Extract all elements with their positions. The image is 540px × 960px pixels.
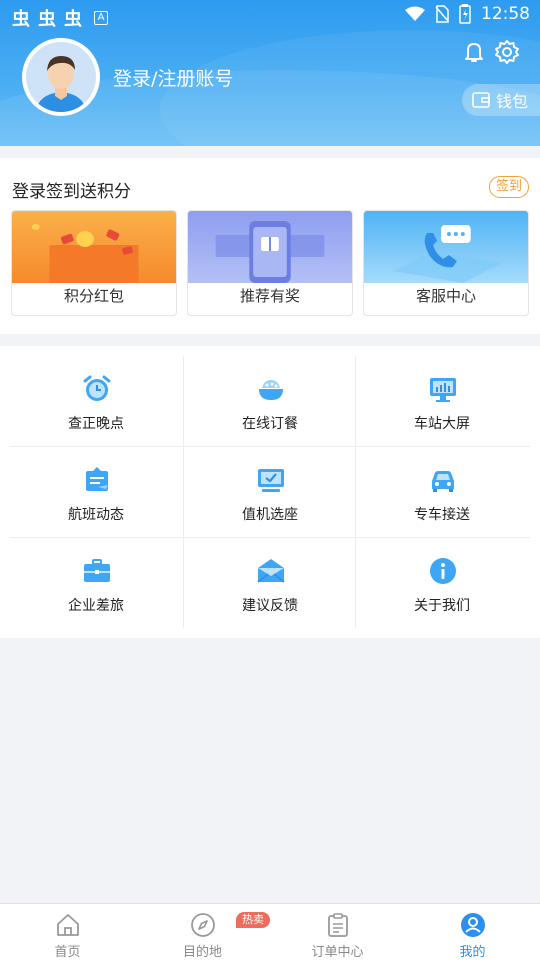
- grid-item-label: 在线订餐: [242, 416, 298, 432]
- battery-icon: [459, 4, 471, 24]
- checkin-seat-icon: [258, 469, 284, 492]
- wallet-label: 钱包: [496, 92, 529, 111]
- grid-item-label: 值机选座: [242, 507, 298, 523]
- avatar-icon: [26, 42, 96, 112]
- nav-label: 我的: [459, 945, 486, 960]
- hot-sale-badge: 热卖: [236, 912, 270, 928]
- wallet-button[interactable]: 钱包: [462, 84, 540, 116]
- phone-gift-illustration: [188, 211, 352, 283]
- red-packet-illustration: [12, 211, 176, 283]
- grid-item-check-delay[interactable]: 查正晚点: [10, 346, 182, 436]
- promo-customer-service[interactable]: 客服中心: [363, 210, 529, 316]
- notification-glyph: 虫: [64, 9, 82, 30]
- compass-icon: [191, 913, 215, 937]
- notification-glyph: 虫: [38, 9, 56, 30]
- station-screen-icon: [430, 378, 456, 402]
- phone-chat-illustration: [364, 211, 528, 283]
- wallet-icon: [472, 92, 490, 108]
- login-register-link[interactable]: 登录/注册账号: [113, 64, 233, 91]
- no-sim-icon: [435, 5, 449, 23]
- promo-label: 客服中心: [415, 287, 476, 305]
- nav-label: 订单中心: [311, 945, 364, 960]
- home-icon: [57, 914, 79, 936]
- bell-icon[interactable]: [462, 40, 486, 64]
- grid-item-flight-status[interactable]: 航班动态: [10, 437, 182, 527]
- user-icon: [461, 913, 485, 937]
- signin-card: 登录签到送积分 签到 积分红包 推荐有奖 客服中心: [0, 158, 540, 334]
- grid-item-label: 车站大屏: [414, 416, 470, 432]
- flight-ticket-icon: [86, 467, 108, 491]
- grid-item-car-pickup[interactable]: 专车接送: [356, 437, 528, 527]
- nav-tab-home[interactable]: 首页: [0, 904, 135, 960]
- grid-item-label: 专车接送: [414, 507, 470, 523]
- info-icon: [430, 558, 456, 584]
- grid-item-online-meal[interactable]: 在线订餐: [184, 346, 356, 436]
- promo-label: 积分红包: [63, 287, 124, 305]
- notification-glyph: 虫: [12, 9, 30, 30]
- grid-item-label: 航班动态: [68, 507, 124, 523]
- promo-referral-reward[interactable]: 推荐有奖: [187, 210, 353, 316]
- grid-item-label: 关于我们: [414, 598, 470, 614]
- service-grid: 查正晚点 在线订餐 车站大屏 航班动态 值机选座 专车接送 企业差旅 建议反馈 …: [0, 346, 540, 638]
- wifi-icon: [405, 6, 425, 21]
- grid-item-label: 企业差旅: [68, 598, 124, 614]
- nav-label: 目的地: [182, 945, 222, 960]
- food-bowl-icon: [259, 380, 283, 400]
- grid-item-about-us[interactable]: 关于我们: [356, 528, 528, 618]
- status-bar: 虫 虫 虫 A 12:58: [0, 0, 540, 30]
- nav-label: 首页: [54, 945, 81, 960]
- grid-item-checkin-seat[interactable]: 值机选座: [184, 437, 356, 527]
- promo-label: 推荐有奖: [239, 287, 300, 305]
- grid-item-station-screen[interactable]: 车站大屏: [356, 346, 528, 436]
- notification-badge: A: [94, 11, 108, 25]
- briefcase-icon: [84, 559, 110, 582]
- grid-item-label: 查正晚点: [68, 416, 124, 432]
- clipboard-icon: [328, 913, 348, 937]
- grid-item-feedback[interactable]: 建议反馈: [184, 528, 356, 618]
- promo-points-red-packet[interactable]: 积分红包: [11, 210, 177, 316]
- nav-tab-mine[interactable]: 我的: [405, 904, 540, 960]
- signin-title: 登录签到送积分: [12, 182, 131, 202]
- bottom-nav: 首页 目的地 热卖 订单中心 我的: [0, 903, 540, 960]
- avatar[interactable]: [22, 38, 100, 116]
- grid-item-business-travel[interactable]: 企业差旅: [10, 528, 182, 618]
- profile-header: 虫 虫 虫 A 12:58 登录/注册账号 钱包: [0, 0, 540, 146]
- mail-icon: [257, 559, 285, 583]
- status-time: 12:58: [481, 4, 530, 24]
- gear-icon[interactable]: [494, 39, 520, 65]
- car-icon: [432, 471, 454, 492]
- signin-button[interactable]: 签到: [489, 176, 529, 198]
- nav-tab-orders[interactable]: 订单中心: [270, 904, 405, 960]
- alarm-clock-icon: [83, 375, 111, 401]
- grid-item-label: 建议反馈: [242, 598, 298, 614]
